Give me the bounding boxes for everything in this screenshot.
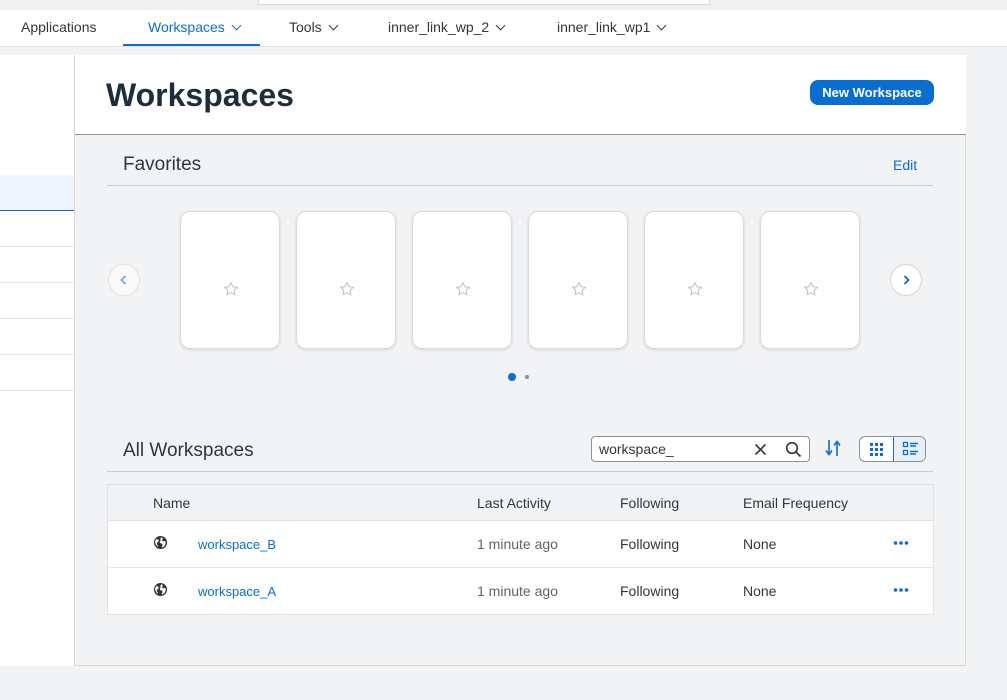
nav-item-workspaces[interactable]: Workspaces [123, 10, 260, 46]
nav-item-label: inner_link_wp1 [557, 19, 651, 35]
nav-item-label: inner_link_wp_2 [388, 19, 490, 35]
nav-item-inner-link-wp-2[interactable]: inner_link_wp_2 [388, 10, 506, 46]
chevron-down-icon [231, 20, 242, 31]
star-outline-icon [687, 281, 703, 296]
search-input[interactable] [599, 440, 744, 458]
last-activity-value: 1 minute ago [477, 583, 558, 599]
grid-icon [870, 443, 883, 456]
carousel-page-indicator[interactable] [525, 375, 529, 379]
left-panel [0, 55, 75, 666]
chevron-down-icon [495, 20, 506, 31]
table-row[interactable]: workspace_B 1 minute ago Following None [108, 521, 933, 568]
sort-icon[interactable] [824, 438, 842, 458]
nav-item-tools[interactable]: Tools [289, 10, 339, 46]
clear-icon[interactable] [754, 443, 767, 456]
all-workspaces-divider [107, 471, 933, 472]
page-title: Workspaces [106, 77, 294, 113]
column-header-email-frequency[interactable]: Email Frequency [743, 495, 848, 511]
favorites-divider [107, 185, 933, 186]
favorite-card[interactable] [180, 211, 280, 349]
all-workspaces-title: All Workspaces [123, 440, 254, 461]
table-header: Name Last Activity Following Email Frequ… [108, 485, 933, 521]
nav-item-label: Workspaces [148, 19, 225, 35]
page-header: Workspaces New Workspace [75, 55, 966, 135]
star-outline-icon [803, 281, 819, 296]
more-actions-icon[interactable] [893, 540, 909, 546]
column-header-following[interactable]: Following [620, 495, 679, 511]
email-frequency-value: None [743, 536, 777, 552]
last-activity-value: 1 minute ago [477, 536, 558, 552]
edit-favorites-link[interactable]: Edit [893, 157, 917, 173]
top-bar-handle [258, 0, 710, 5]
favorite-card[interactable] [644, 211, 744, 349]
workspace-name-link[interactable]: workspace_B [198, 537, 276, 552]
list-view-button[interactable] [893, 437, 925, 461]
chevron-down-icon [656, 20, 667, 31]
favorite-card[interactable] [760, 211, 860, 349]
more-actions-icon[interactable] [893, 587, 909, 593]
star-outline-icon [339, 281, 355, 296]
email-frequency-value: None [743, 583, 777, 599]
left-panel-item[interactable] [0, 283, 74, 319]
star-outline-icon [455, 281, 471, 296]
column-header-name[interactable]: Name [153, 495, 190, 511]
nav-item-label: Tools [289, 19, 322, 35]
view-mode-toggle [859, 436, 926, 462]
globe-icon [153, 535, 168, 550]
search-icon[interactable] [785, 441, 802, 458]
left-panel-item[interactable] [0, 355, 74, 391]
main-content: Workspaces New Workspace Favorites Edit … [75, 55, 966, 666]
workspace-search [591, 436, 810, 462]
favorite-card[interactable] [296, 211, 396, 349]
carousel-next-button[interactable] [890, 264, 922, 296]
nav-item-applications[interactable]: Applications [21, 10, 97, 46]
column-header-last-activity[interactable]: Last Activity [477, 495, 551, 511]
carousel-prev-button[interactable] [108, 264, 140, 296]
list-icon [902, 441, 918, 456]
globe-icon [153, 582, 168, 597]
left-panel-item[interactable] [0, 319, 74, 355]
following-value: Following [620, 536, 680, 552]
table-row[interactable]: workspace_A 1 minute ago Following None [108, 568, 933, 614]
left-panel-item[interactable] [0, 211, 74, 247]
star-outline-icon [223, 281, 239, 296]
workspace-name-link[interactable]: workspace_A [198, 584, 276, 599]
browser-top-strip [0, 0, 1007, 10]
favorites-title: Favorites [123, 154, 202, 175]
left-panel-item[interactable] [0, 247, 74, 283]
chevron-left-icon [120, 275, 127, 285]
favorite-card[interactable] [412, 211, 512, 349]
workspaces-table: Name Last Activity Following Email Frequ… [107, 484, 934, 615]
chevron-right-icon [903, 275, 910, 285]
star-outline-icon [571, 281, 587, 296]
grid-view-button[interactable] [860, 437, 893, 461]
following-value: Following [620, 583, 680, 599]
chevron-down-icon [328, 20, 339, 31]
nav-item-inner-link-wp1[interactable]: inner_link_wp1 [557, 10, 667, 46]
top-navigation: Applications Workspaces Tools inner_link… [0, 10, 1007, 47]
favorite-card[interactable] [528, 211, 628, 349]
new-workspace-button[interactable]: New Workspace [810, 80, 934, 105]
carousel-page-indicator-active[interactable] [508, 373, 516, 381]
left-panel-item[interactable] [0, 175, 74, 211]
nav-item-label: Applications [21, 19, 97, 35]
